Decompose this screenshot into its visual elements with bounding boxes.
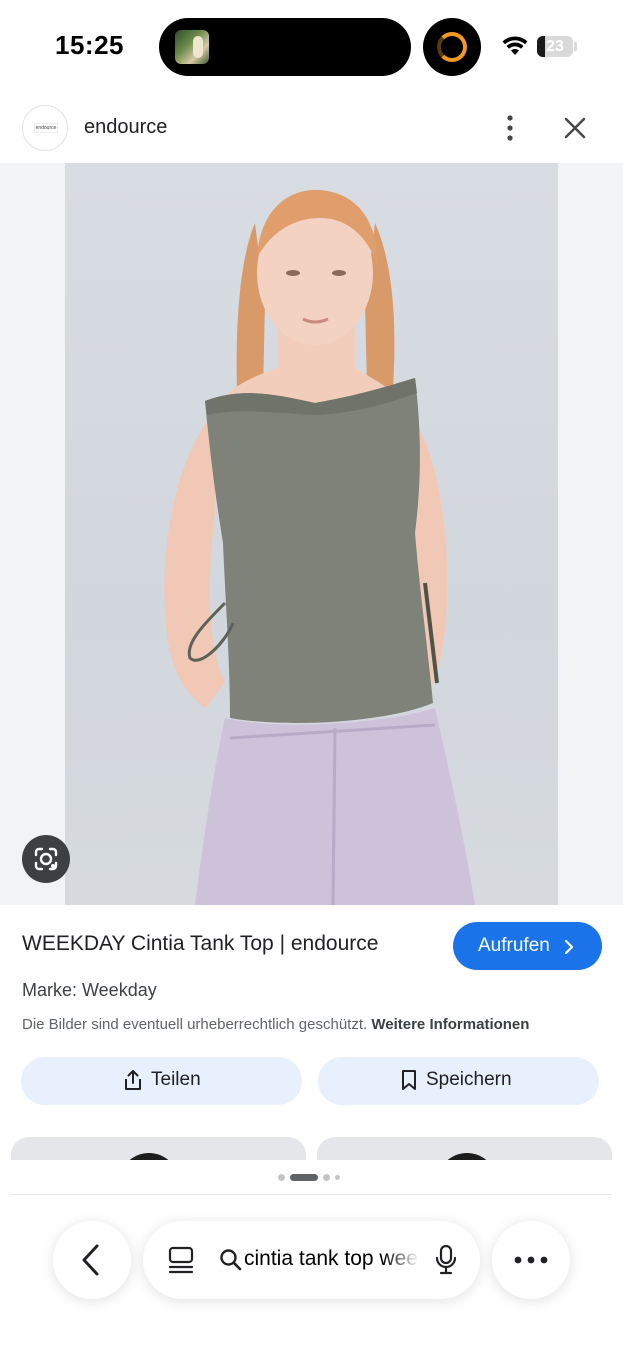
brand-label: Marke: Weekday xyxy=(22,980,157,1000)
chevron-right-icon xyxy=(564,939,574,955)
page-dot xyxy=(335,1175,340,1180)
chevron-left-icon xyxy=(82,1244,99,1276)
timer-ring-icon xyxy=(437,32,467,62)
product-title[interactable]: WEEKDAY Cintia Tank Top | endource xyxy=(22,932,378,956)
site-name[interactable]: endource xyxy=(84,116,167,139)
save-label: Speichern xyxy=(426,1069,512,1090)
now-playing-artwork xyxy=(175,30,209,64)
dynamic-island[interactable] xyxy=(159,18,411,76)
status-time: 15:25 xyxy=(55,30,124,60)
page-dot xyxy=(278,1174,285,1181)
battery-icon: 23 xyxy=(537,36,573,57)
visit-button[interactable]: Aufrufen xyxy=(453,922,602,970)
share-icon xyxy=(125,1070,141,1090)
site-logo-text: endource xyxy=(34,123,58,133)
status-bar: 15:25 23 xyxy=(0,0,623,95)
result-header: endource endource xyxy=(0,95,623,163)
copyright-notice: Die Bilder sind eventuell urheberrechtli… xyxy=(22,1016,529,1033)
save-button[interactable]: Speichern xyxy=(318,1057,599,1105)
battery-cap xyxy=(574,42,577,51)
image-viewer[interactable] xyxy=(0,163,623,905)
page-dot xyxy=(323,1174,330,1181)
site-logo[interactable]: endource xyxy=(22,105,68,151)
product-image[interactable] xyxy=(65,163,558,905)
divider xyxy=(11,1194,612,1195)
share-label: Teilen xyxy=(151,1069,201,1090)
back-button[interactable] xyxy=(53,1221,131,1299)
close-button[interactable] xyxy=(558,111,592,145)
more-options-button[interactable] xyxy=(494,111,526,145)
more-info-link[interactable]: Weitere Informationen xyxy=(371,1016,529,1033)
lens-icon xyxy=(34,847,58,871)
activity-bubble[interactable] xyxy=(423,18,481,76)
search-query[interactable]: cintia tank top weekday xyxy=(244,1247,419,1271)
copyright-text: Die Bilder sind eventuell urheberrechtli… xyxy=(22,1016,368,1033)
address-bar[interactable]: cintia tank top weekday xyxy=(143,1221,480,1299)
search-icon xyxy=(220,1249,242,1271)
battery-level: 23 xyxy=(546,38,564,55)
menu-button[interactable] xyxy=(492,1221,570,1299)
visit-label: Aufrufen xyxy=(478,935,550,956)
tabs-icon xyxy=(168,1246,194,1274)
bookmark-icon xyxy=(402,1070,416,1090)
close-icon xyxy=(564,117,586,139)
share-button[interactable]: Teilen xyxy=(21,1057,302,1105)
model-illustration xyxy=(164,189,475,905)
wifi-icon xyxy=(502,36,528,55)
more-horizontal-icon xyxy=(514,1256,548,1264)
page-indicator xyxy=(278,1174,340,1181)
mic-icon[interactable] xyxy=(434,1244,458,1276)
lens-button[interactable] xyxy=(22,835,70,883)
more-vertical-icon xyxy=(507,115,513,141)
page-dot-active xyxy=(290,1174,318,1181)
